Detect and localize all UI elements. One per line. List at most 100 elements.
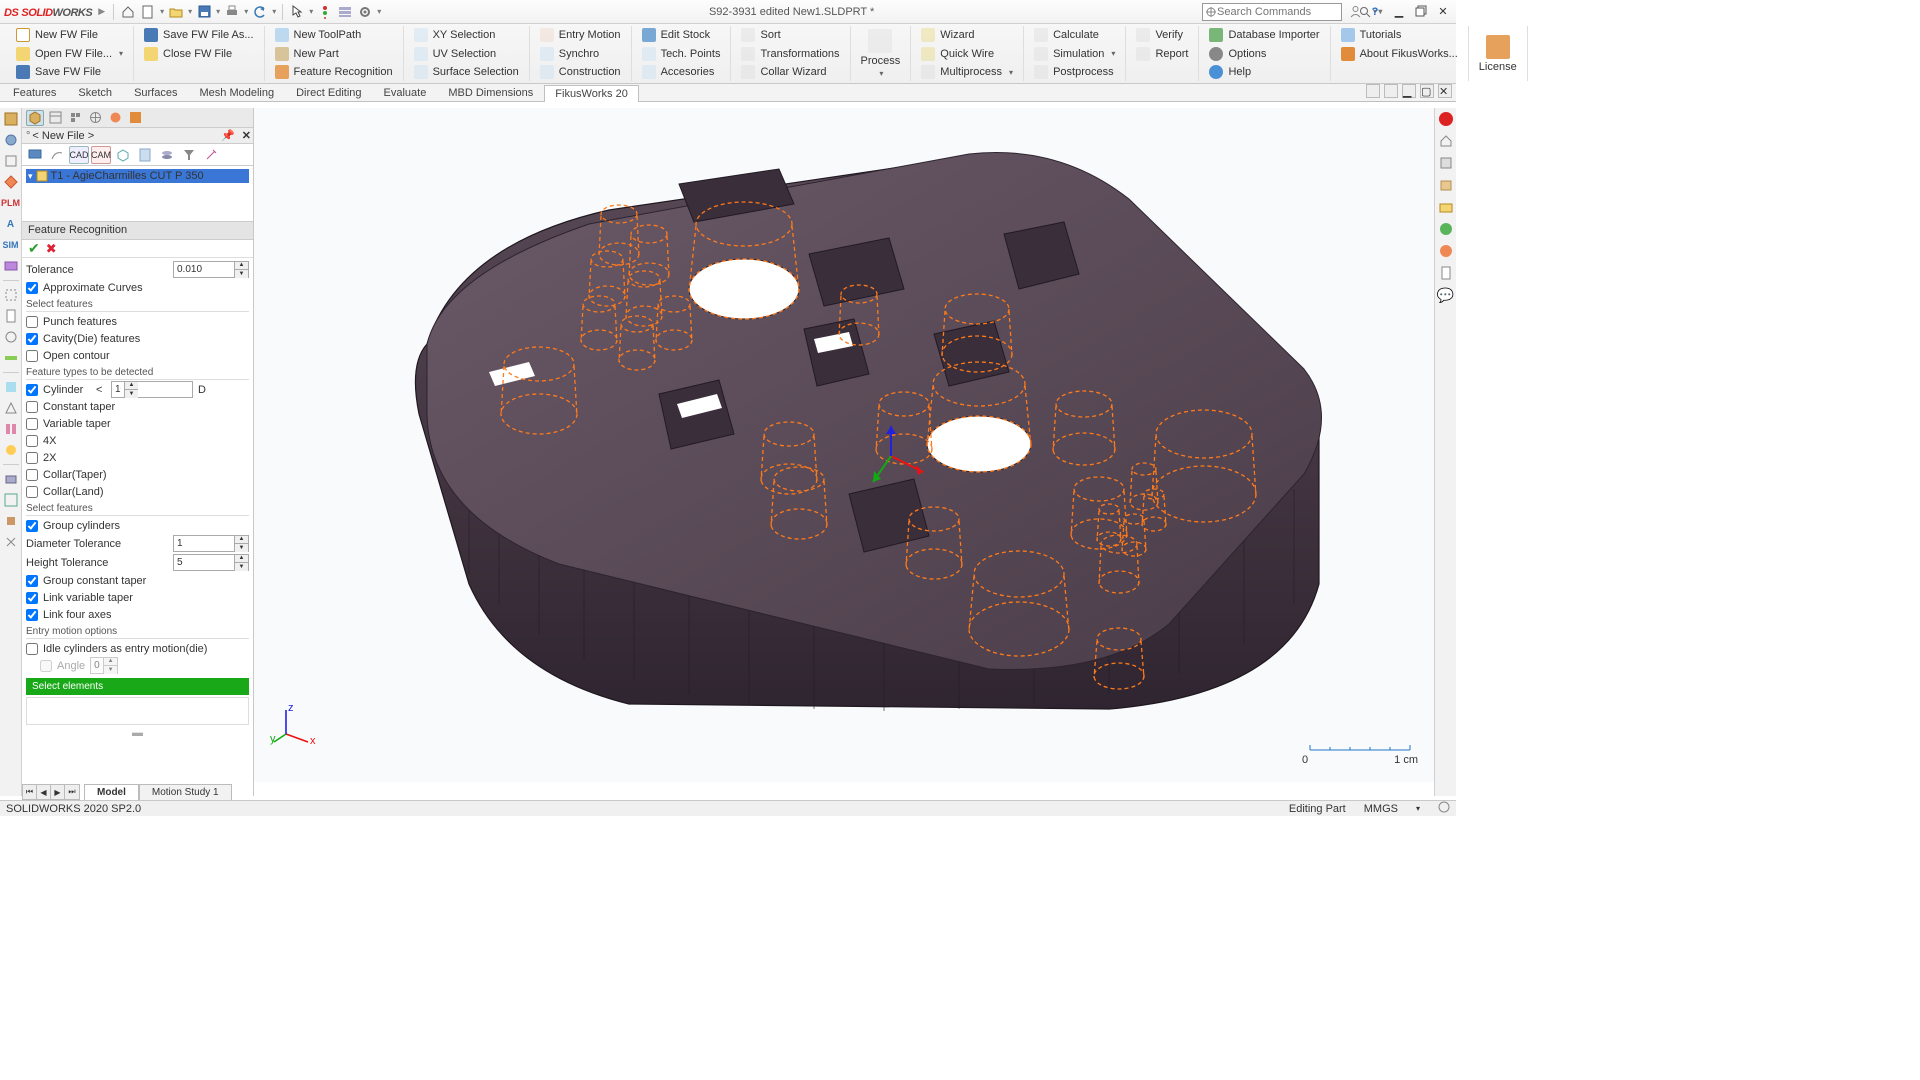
vtb-icon-14[interactable] xyxy=(2,420,20,438)
save-fw-file-as-button[interactable]: Save FW File As... xyxy=(142,26,255,44)
search-commands-input[interactable] xyxy=(1217,6,1359,18)
vtb-icon-19[interactable] xyxy=(2,533,20,551)
vtb-icon-18[interactable] xyxy=(2,512,20,530)
vtb-icon-3[interactable] xyxy=(2,173,20,191)
spin-down-icon[interactable]: ▼ xyxy=(234,563,248,571)
new-fw-file-button[interactable]: New FW File xyxy=(14,26,125,44)
collar-taper-checkbox[interactable] xyxy=(26,469,38,481)
open-fw-file-button[interactable]: Open FW File...▾ xyxy=(14,45,125,63)
select-icon[interactable] xyxy=(289,4,305,20)
viewport-layout1-icon[interactable] xyxy=(1366,84,1380,98)
fm-tab-dim-icon[interactable] xyxy=(86,110,104,126)
tab-model[interactable]: Model xyxy=(84,784,139,800)
tree-item-toolpath[interactable]: ▾ T1 - AgieCharmilles CUT P 350 xyxy=(26,169,249,183)
print-icon[interactable] xyxy=(224,4,240,20)
fm-tab-fikus-icon[interactable] xyxy=(126,110,144,126)
vtb-icon-0[interactable] xyxy=(2,110,20,128)
mode-layers-icon[interactable] xyxy=(157,146,177,164)
home-icon[interactable] xyxy=(120,4,136,20)
mode-monitor-icon[interactable] xyxy=(25,146,45,164)
vtb-icon-5[interactable]: A xyxy=(2,215,20,233)
tab-first-icon[interactable]: ⏮ xyxy=(23,785,37,799)
spin-down-icon[interactable]: ▼ xyxy=(124,390,138,398)
fm-tab-config-icon[interactable] xyxy=(66,110,84,126)
viewport-close-icon[interactable]: ✕ xyxy=(1438,84,1452,98)
save-fw-file-button[interactable]: Save FW File xyxy=(14,63,125,81)
close-panel-icon[interactable]: ✕ xyxy=(242,129,251,142)
rtb-appearances-icon[interactable] xyxy=(1437,242,1455,260)
settings-gear-icon[interactable] xyxy=(357,4,373,20)
const-taper-checkbox[interactable] xyxy=(26,401,38,413)
rtb-home-icon[interactable] xyxy=(1437,132,1455,150)
undo-icon[interactable] xyxy=(252,4,268,20)
user-icon[interactable] xyxy=(1346,4,1364,20)
punch-checkbox[interactable] xyxy=(26,316,38,328)
tab-sketch[interactable]: Sketch xyxy=(67,84,123,101)
vtb-icon-15[interactable] xyxy=(2,441,20,459)
tab-mbd-dimensions[interactable]: MBD Dimensions xyxy=(437,84,544,101)
vtb-icon-2[interactable] xyxy=(2,152,20,170)
cylinder-checkbox[interactable] xyxy=(26,384,38,396)
vtb-icon-7[interactable] xyxy=(2,257,20,275)
close-fw-file-button[interactable]: Close FW File xyxy=(142,45,255,63)
fm-tree[interactable]: ▾ T1 - AgieCharmilles CUT P 350 xyxy=(22,166,253,222)
viewport-max-icon[interactable]: ▢ xyxy=(1420,84,1434,98)
model-view[interactable] xyxy=(349,114,1319,720)
cylinder-value-input[interactable]: ▲▼ xyxy=(111,381,193,398)
open-icon[interactable] xyxy=(168,4,184,20)
rebuild-icon[interactable] xyxy=(317,4,333,20)
tab-evaluate[interactable]: Evaluate xyxy=(373,84,438,101)
fourx-checkbox[interactable] xyxy=(26,435,38,447)
fm-tab-tree-icon[interactable] xyxy=(26,110,44,126)
spin-up-icon[interactable]: ▲ xyxy=(234,536,248,544)
group-cylinders-checkbox[interactable] xyxy=(26,520,38,532)
database-importer-button[interactable]: Database Importer xyxy=(1207,26,1321,44)
status-custom-icon[interactable] xyxy=(1438,801,1450,816)
edit-stock-button[interactable]: Edit Stock xyxy=(640,26,723,44)
rtb-custom-props-icon[interactable] xyxy=(1437,264,1455,282)
mode-cad-button[interactable]: CAD xyxy=(69,146,89,164)
rtb-resources-icon[interactable] xyxy=(1437,154,1455,172)
resize-grip-icon[interactable]: ▬ xyxy=(132,727,143,739)
close-icon[interactable]: ✕ xyxy=(1434,4,1452,20)
rtb-solidworks-icon[interactable] xyxy=(1437,110,1455,128)
mode-3d-icon[interactable] xyxy=(113,146,133,164)
help-button[interactable]: Help xyxy=(1207,63,1321,81)
viewport-min-icon[interactable]: ▁ xyxy=(1402,84,1416,98)
mode-cam-button[interactable]: CAM xyxy=(91,146,111,164)
rtb-view-palette-icon[interactable] xyxy=(1437,220,1455,238)
accept-icon[interactable]: ✔ xyxy=(28,240,40,257)
spin-up-icon[interactable]: ▲ xyxy=(124,382,138,390)
tab-last-icon[interactable]: ⏭ xyxy=(65,785,79,799)
tab-motion-study[interactable]: Motion Study 1 xyxy=(139,784,232,800)
viewport-layout2-icon[interactable] xyxy=(1384,84,1398,98)
vtb-icon-16[interactable] xyxy=(2,470,20,488)
save-icon[interactable] xyxy=(196,4,212,20)
link-four-axes-checkbox[interactable] xyxy=(26,609,38,621)
spin-up-icon[interactable]: ▲ xyxy=(234,262,248,270)
diameter-tolerance-input[interactable]: ▲▼ xyxy=(173,535,249,552)
status-caret-icon[interactable]: ▾ xyxy=(1416,804,1420,813)
options-button[interactable]: Options xyxy=(1207,45,1321,63)
vtb-icon-10[interactable] xyxy=(2,328,20,346)
fm-tab-property-icon[interactable] xyxy=(46,110,64,126)
logo-dropdown-icon[interactable]: ▶ xyxy=(98,6,105,17)
new-icon[interactable] xyxy=(140,4,156,20)
vtb-icon-1[interactable] xyxy=(2,131,20,149)
vtb-icon-13[interactable] xyxy=(2,399,20,417)
open-contour-checkbox[interactable] xyxy=(26,350,38,362)
license-button[interactable]: License xyxy=(1477,35,1519,73)
collar-land-checkbox[interactable] xyxy=(26,486,38,498)
link-var-taper-checkbox[interactable] xyxy=(26,592,38,604)
tab-next-icon[interactable]: ▶ xyxy=(51,785,65,799)
var-taper-checkbox[interactable] xyxy=(26,418,38,430)
tab-features[interactable]: Features xyxy=(2,84,67,101)
approx-curves-checkbox[interactable] xyxy=(26,282,38,294)
vtb-icon-8[interactable] xyxy=(2,286,20,304)
tab-surfaces[interactable]: Surfaces xyxy=(123,84,188,101)
new-toolpath-button[interactable]: New ToolPath xyxy=(273,26,395,44)
height-tolerance-input[interactable]: ▲▼ xyxy=(173,554,249,571)
twox-checkbox[interactable] xyxy=(26,452,38,464)
spin-down-icon[interactable]: ▼ xyxy=(234,270,248,278)
new-part-button[interactable]: New Part xyxy=(273,45,395,63)
